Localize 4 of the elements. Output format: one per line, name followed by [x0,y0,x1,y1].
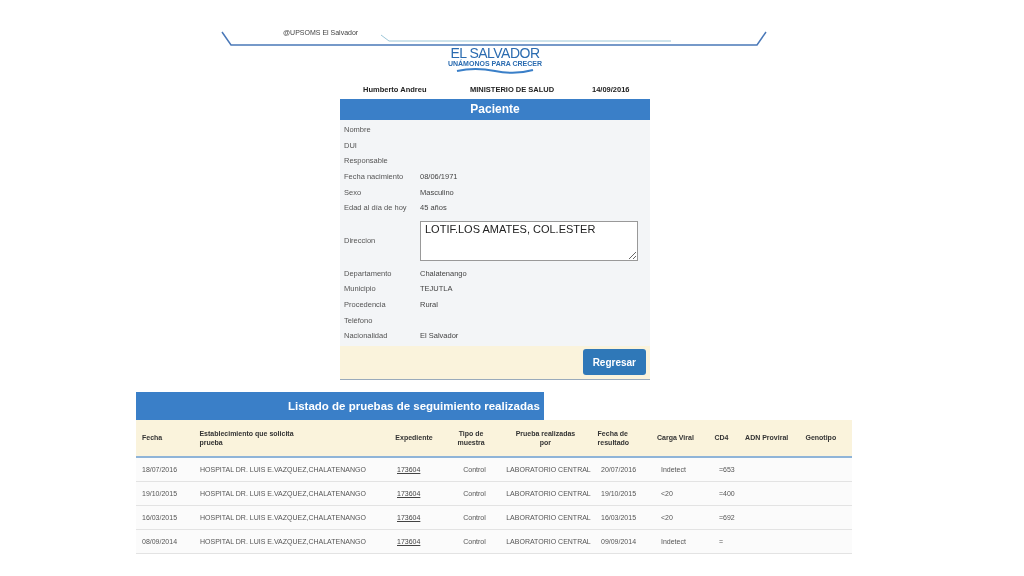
back-button[interactable]: Regresar [582,349,646,376]
table-title: Listado de pruebas de seguimiento realizadas [136,391,544,420]
panel-title: Paciente [340,99,650,120]
address-field[interactable]: LOTIF.LOS AMATES, COL.ESTER [420,220,638,261]
